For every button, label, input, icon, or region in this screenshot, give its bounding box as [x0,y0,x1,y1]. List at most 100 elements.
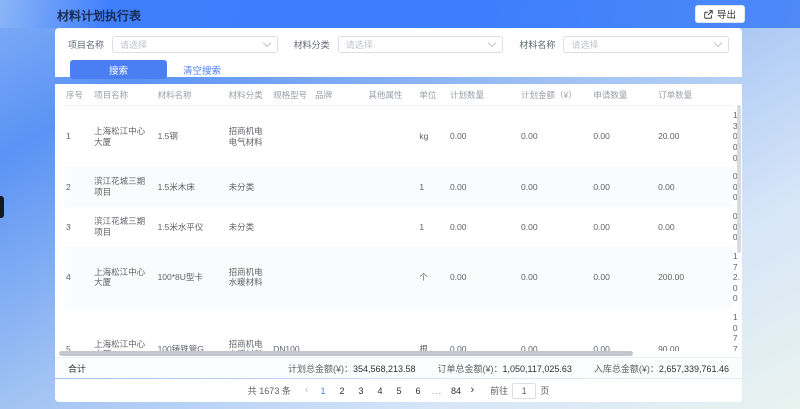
column-header: 品牌 [314,84,367,106]
page-number[interactable]: 2 [336,386,349,396]
column-header: 项目名称 [93,84,156,106]
table-cell [367,106,418,168]
sidebar-collapse-handle[interactable] [0,196,4,218]
table-cell: 0.00 [592,106,657,168]
material-name-select[interactable]: 请选择 [563,36,729,53]
table-cell [272,247,314,308]
select-placeholder: 请选择 [346,38,490,51]
table-cell: 招商机电 水暖材料 [228,247,273,308]
table-cell: 1.5米木床 [157,167,228,207]
table-cell: 0.00 [449,247,520,308]
search-button[interactable]: 搜索 [70,60,167,79]
prev-page-button[interactable]: ‹ [303,385,311,396]
goto-page-input[interactable] [512,383,536,399]
table-cell: 0.00 [592,207,657,247]
select-placeholder: 请选择 [120,38,264,51]
page-number[interactable]: 5 [393,386,406,396]
column-header: 材料分类 [228,84,273,106]
page-number[interactable]: 4 [374,386,387,396]
summary-item: 入库总金额(¥)：2,657,339,761.46 [594,362,729,375]
table-cell: 0.00 [520,308,592,351]
table-cell: 上海松江中心大厦 [93,247,156,308]
table-cell: 3 [65,207,93,247]
page-ellipsis[interactable]: ... [431,386,444,396]
table-cell: 4 [65,247,93,308]
pagination-total: 共 1673 条 [248,384,291,397]
chevron-down-icon [262,39,270,47]
table-cell [367,207,418,247]
vertical-scrollbar-thumb[interactable] [737,105,741,253]
table-cell [272,106,314,168]
table-cell [314,207,367,247]
page-number[interactable]: 6 [412,386,425,396]
materials-table: 序号项目名称材料名称材料分类规格型号品牌其他属性单位计划数量计划金额（¥）申请数… [65,84,732,351]
page-number[interactable]: 3 [355,386,368,396]
select-placeholder: 请选择 [571,38,715,51]
table-cell: 滨江花城三期项目 [93,207,156,247]
export-button[interactable]: 导出 [695,5,745,23]
table-cell: 1.5米水平仪 [157,207,228,247]
goto-prefix: 前往 [490,384,508,397]
horizontal-scrollbar-thumb[interactable] [59,351,633,356]
table-cell: 滨江花城三期项目 [93,167,156,207]
summary-item: 订单总金额(¥)：1,050,117,025.63 [438,362,572,375]
page-number[interactable]: 84 [450,386,463,396]
table-row: 4上海松江中心大厦100*8U型卡招商机电 水暖材料个0.000.000.002… [65,247,732,308]
table-cell: 0.00 [657,167,732,207]
table-cell [367,167,418,207]
table-cell: 未分类 [228,207,273,247]
table-cell: 100*8U型卡 [157,247,228,308]
table-cell [272,167,314,207]
project-name-label: 项目名称 [68,38,104,51]
table-cell: 0.00 [592,247,657,308]
table-cell: 招商机电 电气材料 [228,106,273,168]
table-cell: 招商机电 水暖材料 [228,308,273,351]
table-cell [314,167,367,207]
material-category-label: 材料分类 [294,38,330,51]
export-icon [704,10,713,19]
table-cell: 0.00 [449,308,520,351]
table-cell: 2 [65,167,93,207]
table-cell: 1 [418,207,449,247]
table-cell: 1 [418,167,449,207]
summary-row: 合计 计划总金额(¥)：354,568,213.58 订单总金额(¥)：1,050… [55,357,742,378]
clear-search-link[interactable]: 清空搜索 [183,63,221,77]
column-header: 申请数量 [592,84,657,106]
summary-total-label: 合计 [68,362,86,375]
table-cell [272,207,314,247]
table-cell: kg [418,106,449,168]
table-cell: 1.5钢 [157,106,228,168]
table-cell: 0.00 [592,308,657,351]
column-header: 规格型号 [272,84,314,106]
table-cell [367,247,418,308]
chevron-down-icon [714,39,722,47]
table-body: 1上海松江中心大厦1.5钢招商机电 电气材料kg0.000.000.0020.0… [65,106,732,352]
table-cell: 0.00 [657,207,732,247]
table-cell: 未分类 [228,167,273,207]
table-cell: 20.00 [657,106,732,168]
table-cell [367,308,418,351]
project-name-select[interactable]: 请选择 [112,36,278,53]
pagination-bar: 共 1673 条 ‹ 123456...84 › 前往 页 [55,379,742,402]
page-numbers: 123456... 84 [317,386,463,396]
table-row: 5上海松江中心大厦100铸铁管G招商机电 水暖材料DN100根0.000.000… [65,308,732,351]
table-cell [314,106,367,168]
column-header: 材料名称 [157,84,228,106]
table-cell: 200.00 [657,247,732,308]
table-row: 1上海松江中心大厦1.5钢招商机电 电气材料kg0.000.000.0020.0… [65,106,732,168]
column-header: 订单数量 [657,84,732,106]
table-row: 3滨江花城三期项目1.5米水平仪未分类10.000.000.000.000.00 [65,207,732,247]
filter-panel: 项目名称 请选择 材料分类 请选择 材料名称 请选择 搜索 清空搜索 [55,28,742,77]
column-header: 计划数量 [449,84,520,106]
table-cell: 根 [418,308,449,351]
material-category-select[interactable]: 请选择 [338,36,504,53]
table-cell: 0.00 [592,167,657,207]
next-page-button[interactable]: › [469,385,477,396]
summary-item: 计划总金额(¥)：354,568,213.58 [288,362,416,375]
table-cell: 0.00 [520,167,592,207]
table-cell: 0.00 [520,247,592,308]
table-cell: DN100 [272,308,314,351]
table-cell: 上海松江中心大厦 [93,106,156,168]
page-number[interactable]: 1 [317,386,330,396]
table-cell: 90.00 [657,308,732,351]
